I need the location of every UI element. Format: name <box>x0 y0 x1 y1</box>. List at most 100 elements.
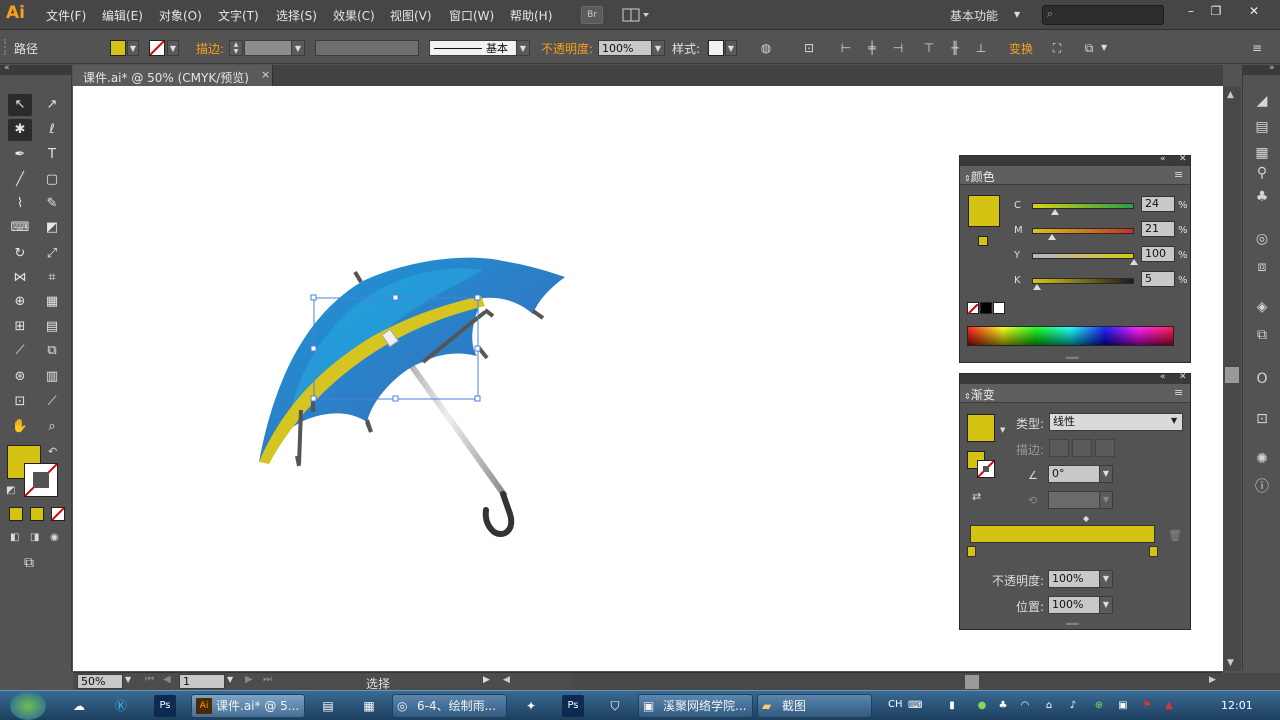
slice-tool-icon[interactable]: ⟋ <box>40 391 64 413</box>
channel-m-thumb[interactable] <box>1048 234 1056 240</box>
align-bottom-icon[interactable]: ⊥ <box>972 39 990 57</box>
vertical-scrollbar[interactable]: ▲ ▼ <box>1223 86 1241 671</box>
fill-dropdown-icon[interactable]: ▼ <box>127 40 139 56</box>
menu-edit[interactable]: 编辑(E) <box>102 7 143 24</box>
tray-icon-8[interactable]: ▣ <box>1116 699 1130 713</box>
line-tool-icon[interactable]: ╱ <box>8 169 32 191</box>
stroke-swatch[interactable] <box>149 40 165 56</box>
gradient-preset-dropdown-icon[interactable]: ▼ <box>1000 426 1005 434</box>
align-left-icon[interactable]: ⊢ <box>837 39 855 57</box>
channel-m-input[interactable]: 21 <box>1141 221 1175 237</box>
shape-builder-tool-icon[interactable]: ⊕ <box>8 291 32 313</box>
gradient-slider-bar[interactable] <box>970 525 1155 543</box>
scroll-left-icon[interactable]: ◀ <box>503 675 510 685</box>
info-icon[interactable]: ⓘ <box>1252 477 1272 497</box>
graph-tool-icon[interactable]: ▥ <box>40 366 64 388</box>
angle-dropdown-icon[interactable]: ▼ <box>1099 465 1113 483</box>
menu-effect[interactable]: 效果(C) <box>333 7 375 24</box>
opacity-input[interactable]: 100% <box>598 40 652 56</box>
type-tool-icon[interactable]: T <box>40 144 64 166</box>
menu-type[interactable]: 文字(T) <box>218 7 259 24</box>
scale-tool-icon[interactable]: ⤢ <box>40 243 64 265</box>
shape-options-dropdown-icon[interactable]: ▼ <box>1101 43 1107 52</box>
mesh-tool-icon[interactable]: ⊞ <box>8 316 32 338</box>
channel-y-thumb[interactable] <box>1130 259 1138 265</box>
zoom-dropdown-icon[interactable]: ▼ <box>125 675 131 684</box>
out-of-gamut-warning-icon[interactable] <box>978 236 988 246</box>
tray-icon-3[interactable]: ♣ <box>996 699 1010 713</box>
brushes-icon[interactable]: ⚲ <box>1252 163 1272 183</box>
panel-menu-icon[interactable]: ≡ <box>1248 39 1266 57</box>
lasso-tool-icon[interactable]: ℓ <box>40 119 64 141</box>
eyedropper-tool-icon[interactable]: ⟋ <box>8 340 32 362</box>
style-dropdown-icon[interactable]: ▼ <box>725 40 737 56</box>
fill-swatch[interactable] <box>110 40 126 56</box>
brush-dropdown-icon[interactable]: ▼ <box>516 40 530 56</box>
photoshop-icon-2[interactable]: Ps <box>562 695 584 717</box>
close-panel-icon[interactable]: ✕ <box>1179 154 1187 164</box>
menu-help[interactable]: 帮助(H) <box>510 7 552 24</box>
menu-select[interactable]: 选择(S) <box>276 7 317 24</box>
channel-k-slider[interactable] <box>1032 278 1134 284</box>
gradient-position-dropdown-icon[interactable]: ▼ <box>1099 596 1113 614</box>
gradient-type-select[interactable]: 线性 <box>1049 413 1183 431</box>
channel-c-thumb[interactable] <box>1051 209 1059 215</box>
magic-wand-tool-icon[interactable]: ✱ <box>8 119 32 141</box>
scroll-up-icon[interactable]: ▲ <box>1227 90 1234 100</box>
opacity-dropdown-icon[interactable]: ▼ <box>651 40 665 56</box>
reverse-gradient-icon[interactable]: ⇄ <box>972 490 981 503</box>
wifi-icon[interactable]: ◠ <box>1018 699 1032 713</box>
next-artboard-icon[interactable]: ▶ <box>245 674 253 685</box>
gradient-opacity-dropdown-icon[interactable]: ▼ <box>1099 570 1113 588</box>
align-top-icon[interactable]: ⊤ <box>920 39 938 57</box>
scroll-right-icon[interactable]: ▶ <box>1209 675 1216 685</box>
library-icon[interactable]: ▦ <box>1252 143 1272 163</box>
volume-icon[interactable]: ♪ <box>1066 699 1080 713</box>
taskbar-illustrator[interactable]: Ai 课件.ai* @ 5... <box>191 694 305 718</box>
horizontal-scroll-thumb[interactable] <box>965 675 979 689</box>
free-transform-tool-icon[interactable]: ⌗ <box>40 267 64 289</box>
gradient-stop-left[interactable] <box>967 546 976 557</box>
stroke-along-button[interactable] <box>1072 439 1092 457</box>
channel-y-slider[interactable] <box>1032 253 1134 259</box>
stroke-dropdown-icon[interactable]: ▼ <box>167 40 179 56</box>
rotate-tool-icon[interactable]: ↻ <box>8 243 32 265</box>
width-tool-icon[interactable]: ⋈ <box>8 267 32 289</box>
zoom-tool-icon[interactable]: ⌕ <box>40 416 64 438</box>
opacity-label[interactable]: 不透明度: <box>541 40 593 57</box>
none-swatch[interactable] <box>967 302 979 315</box>
color-guide-icon[interactable]: ◢ <box>1252 91 1272 111</box>
expand-dock-icon[interactable]: » <box>1269 63 1275 73</box>
bridge-button[interactable]: Br <box>581 6 603 24</box>
align-to-icon[interactable]: ⊡ <box>800 39 818 57</box>
prev-artboard-icon[interactable]: ◀ <box>163 674 171 685</box>
workspace-dropdown-icon[interactable]: ▼ <box>1014 10 1020 19</box>
gradient-mode-button[interactable] <box>30 507 44 521</box>
panel-resize-grip[interactable]: ═══ <box>1066 620 1079 628</box>
panel-menu-icon[interactable]: ≡ <box>1174 386 1183 399</box>
symbols-icon[interactable]: ♣ <box>1252 187 1272 207</box>
battery-icon[interactable]: ▮ <box>945 699 959 713</box>
taskbar-browser[interactable]: ◎ 6-4、绘制雨... <box>392 694 507 718</box>
aspect-ratio-input[interactable] <box>1048 491 1100 509</box>
gradient-stop-right[interactable] <box>1149 546 1158 557</box>
close-panel-icon[interactable]: ✕ <box>1179 372 1187 382</box>
zoom-level-input[interactable]: 50% <box>77 674 123 689</box>
swatches-icon[interactable]: ▤ <box>1252 117 1272 137</box>
pen-tool-icon[interactable]: ✒ <box>8 144 32 166</box>
stroke-within-button[interactable] <box>1049 439 1069 457</box>
gradient-preview-swatch[interactable] <box>967 414 995 442</box>
appearance-icon[interactable]: ◎ <box>1252 229 1272 249</box>
taskbar-school[interactable]: ▣ 溪聚网络学院... <box>638 694 753 718</box>
wechat-icon[interactable]: ● <box>975 699 989 713</box>
horizontal-scrollbar[interactable]: ◀ ▶ <box>503 673 1280 691</box>
pencil-tool-icon[interactable]: ✎ <box>40 193 64 215</box>
isolate-icon[interactable]: ⛶ <box>1048 39 1066 57</box>
close-button[interactable]: ✕ <box>1243 2 1265 22</box>
style-swatch[interactable] <box>708 40 724 56</box>
color-spectrum-bar[interactable] <box>967 326 1174 346</box>
paintbrush-tool-icon[interactable]: ⌇ <box>8 193 32 215</box>
artboard-dropdown-icon[interactable]: ▼ <box>227 675 233 684</box>
eraser-tool-icon[interactable]: ◩ <box>40 217 64 239</box>
last-artboard-icon[interactable]: ⏭ <box>263 674 272 685</box>
